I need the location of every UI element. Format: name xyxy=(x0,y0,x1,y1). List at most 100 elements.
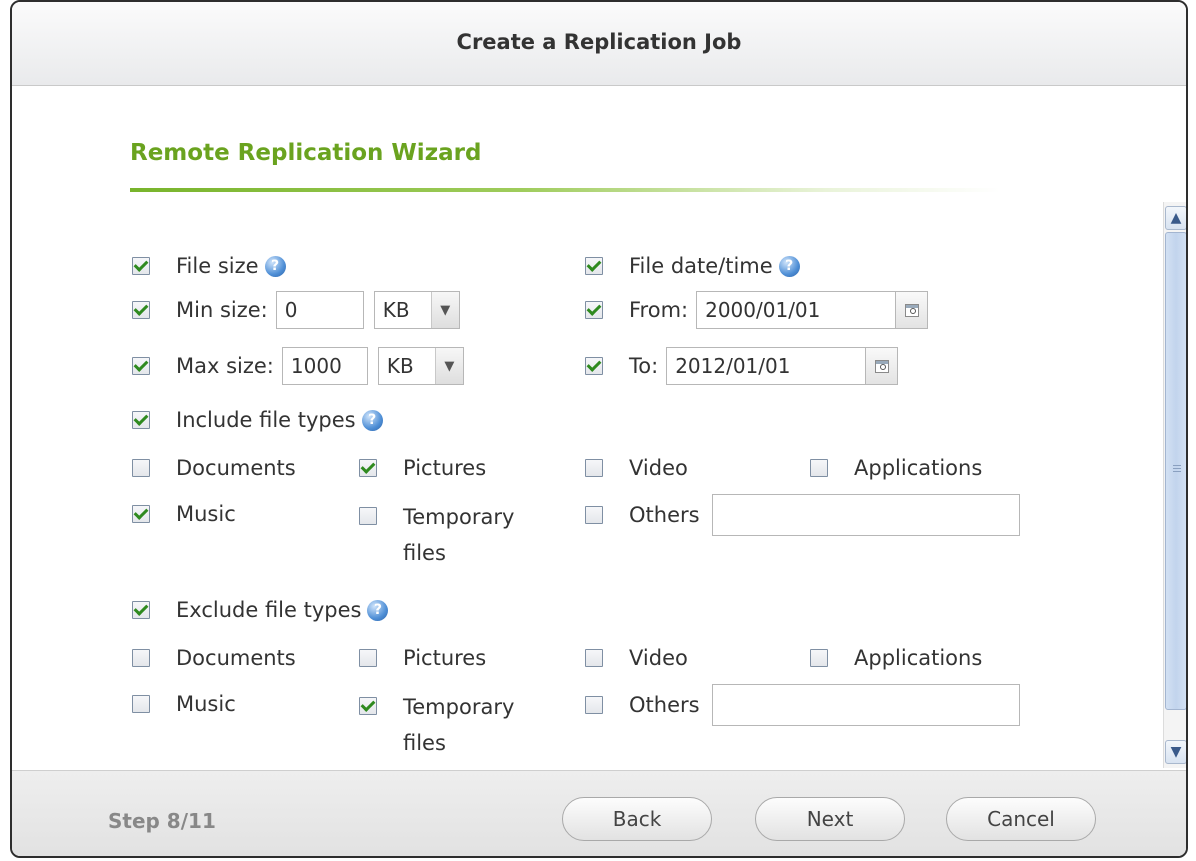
include-documents-label: Documents xyxy=(176,456,296,480)
min-size-checkbox[interactable] xyxy=(132,301,150,319)
include-temporary-checkbox[interactable] xyxy=(359,507,377,525)
include-temporary-label: Temporary files xyxy=(403,499,514,571)
include-temporary-label-line2: files xyxy=(403,541,446,565)
exclude-types-checkbox[interactable] xyxy=(132,601,150,619)
include-documents-checkbox[interactable] xyxy=(132,459,150,477)
date-to-checkbox[interactable] xyxy=(585,357,603,375)
wizard-title: Remote Replication Wizard xyxy=(130,140,482,166)
chevron-down-icon: ▼ xyxy=(1170,744,1182,760)
exclude-temporary-label: Temporary files xyxy=(403,689,514,761)
include-applications-checkbox[interactable] xyxy=(810,459,828,477)
exclude-music-checkbox[interactable] xyxy=(132,695,150,713)
exclude-pictures-label: Pictures xyxy=(403,646,487,670)
file-date-row: File date/time ? xyxy=(585,254,800,278)
date-from-row: From: 2000/01/01 xyxy=(585,291,929,329)
date-to-calendar-button[interactable] xyxy=(866,347,899,385)
include-temporary-label-line1: Temporary xyxy=(403,505,515,529)
exclude-music-label: Music xyxy=(176,692,236,716)
date-from-label: From: xyxy=(629,298,689,322)
include-video-label: Video xyxy=(629,456,688,480)
include-pictures-checkbox[interactable] xyxy=(359,459,377,477)
max-size-checkbox[interactable] xyxy=(132,357,150,375)
include-types-label: Include file types xyxy=(176,408,356,432)
include-applications-label: Applications xyxy=(854,456,983,480)
date-from-calendar-button[interactable] xyxy=(896,291,929,329)
include-others-input[interactable] xyxy=(711,494,1020,536)
min-size-label: Min size: xyxy=(176,298,268,322)
exclude-others-checkbox[interactable] xyxy=(585,696,603,714)
min-size-unit-select[interactable]: KB ▼ xyxy=(373,291,460,329)
include-music-label: Music xyxy=(176,502,236,526)
exclude-others[interactable]: Others xyxy=(585,684,1020,726)
min-size-row: Min size: 0 KB ▼ xyxy=(132,291,460,329)
next-button[interactable]: Next xyxy=(755,797,905,841)
exclude-temporary-label-line1: Temporary xyxy=(403,695,515,719)
include-types-row: Include file types ? xyxy=(132,408,383,432)
calendar-icon xyxy=(874,359,889,373)
exclude-documents-checkbox[interactable] xyxy=(132,649,150,667)
include-temporary[interactable]: Temporary files xyxy=(359,499,514,571)
max-size-input[interactable]: 1000 xyxy=(281,347,368,385)
max-size-row: Max size: 1000 KB ▼ xyxy=(132,347,464,385)
cancel-button[interactable]: Cancel xyxy=(946,797,1096,841)
vertical-scrollbar[interactable]: ▲ ▼ xyxy=(1163,202,1186,768)
replication-dialog: Create a Replication Job Remote Replicat… xyxy=(10,0,1188,858)
exclude-music[interactable]: Music xyxy=(132,692,236,716)
calendar-icon xyxy=(904,303,919,317)
date-from-checkbox[interactable] xyxy=(585,301,603,319)
include-documents[interactable]: Documents xyxy=(132,456,296,480)
min-size-unit-value: KB xyxy=(382,298,410,322)
file-size-label: File size xyxy=(176,254,259,278)
scroll-down-button[interactable]: ▼ xyxy=(1165,740,1186,764)
include-others-label: Others xyxy=(629,503,700,527)
exclude-pictures-checkbox[interactable] xyxy=(359,649,377,667)
include-others[interactable]: Others xyxy=(585,494,1020,536)
include-others-checkbox[interactable] xyxy=(585,506,603,524)
file-size-row: File size ? xyxy=(132,254,286,278)
include-applications[interactable]: Applications xyxy=(810,456,982,480)
wizard-title-divider xyxy=(130,188,1000,192)
exclude-applications[interactable]: Applications xyxy=(810,646,982,670)
file-size-checkbox[interactable] xyxy=(132,257,150,275)
help-icon[interactable]: ? xyxy=(367,599,389,621)
max-size-unit-select[interactable]: KB ▼ xyxy=(377,347,464,385)
exclude-video-checkbox[interactable] xyxy=(585,649,603,667)
date-to-input[interactable]: 2012/01/01 xyxy=(666,347,867,385)
min-size-input[interactable]: 0 xyxy=(275,291,364,329)
dialog-footer: Step 8/11 Back Next Cancel xyxy=(12,770,1186,856)
exclude-others-label: Others xyxy=(629,693,700,717)
include-music[interactable]: Music xyxy=(132,502,236,526)
include-pictures[interactable]: Pictures xyxy=(359,456,486,480)
chevron-down-icon: ▼ xyxy=(434,348,463,384)
step-indicator: Step 8/11 xyxy=(108,809,216,833)
exclude-video-label: Video xyxy=(629,646,688,670)
exclude-documents[interactable]: Documents xyxy=(132,646,296,670)
chevron-up-icon: ▲ xyxy=(1170,210,1182,226)
exclude-pictures[interactable]: Pictures xyxy=(359,646,486,670)
file-date-checkbox[interactable] xyxy=(585,257,603,275)
file-date-label: File date/time xyxy=(629,254,773,278)
exclude-temporary-label-line2: files xyxy=(403,731,446,755)
include-types-checkbox[interactable] xyxy=(132,411,150,429)
help-icon[interactable]: ? xyxy=(264,255,286,277)
date-to-label: To: xyxy=(629,354,659,378)
help-icon[interactable]: ? xyxy=(361,409,383,431)
max-size-label: Max size: xyxy=(176,354,274,378)
scroll-thumb[interactable] xyxy=(1165,232,1186,710)
exclude-temporary-checkbox[interactable] xyxy=(359,697,377,715)
scroll-up-button[interactable]: ▲ xyxy=(1165,206,1186,230)
include-video-checkbox[interactable] xyxy=(585,459,603,477)
grip-icon xyxy=(1173,465,1181,473)
help-icon[interactable]: ? xyxy=(778,255,800,277)
chevron-down-icon: ▼ xyxy=(430,292,459,328)
include-video[interactable]: Video xyxy=(585,456,688,480)
date-from-input[interactable]: 2000/01/01 xyxy=(696,291,897,329)
exclude-others-input[interactable] xyxy=(711,684,1020,726)
exclude-types-label: Exclude file types xyxy=(176,598,362,622)
exclude-video[interactable]: Video xyxy=(585,646,688,670)
exclude-temporary[interactable]: Temporary files xyxy=(359,689,514,761)
include-music-checkbox[interactable] xyxy=(132,505,150,523)
dialog-title: Create a Replication Job xyxy=(12,2,1186,86)
back-button[interactable]: Back xyxy=(562,797,712,841)
exclude-applications-checkbox[interactable] xyxy=(810,649,828,667)
